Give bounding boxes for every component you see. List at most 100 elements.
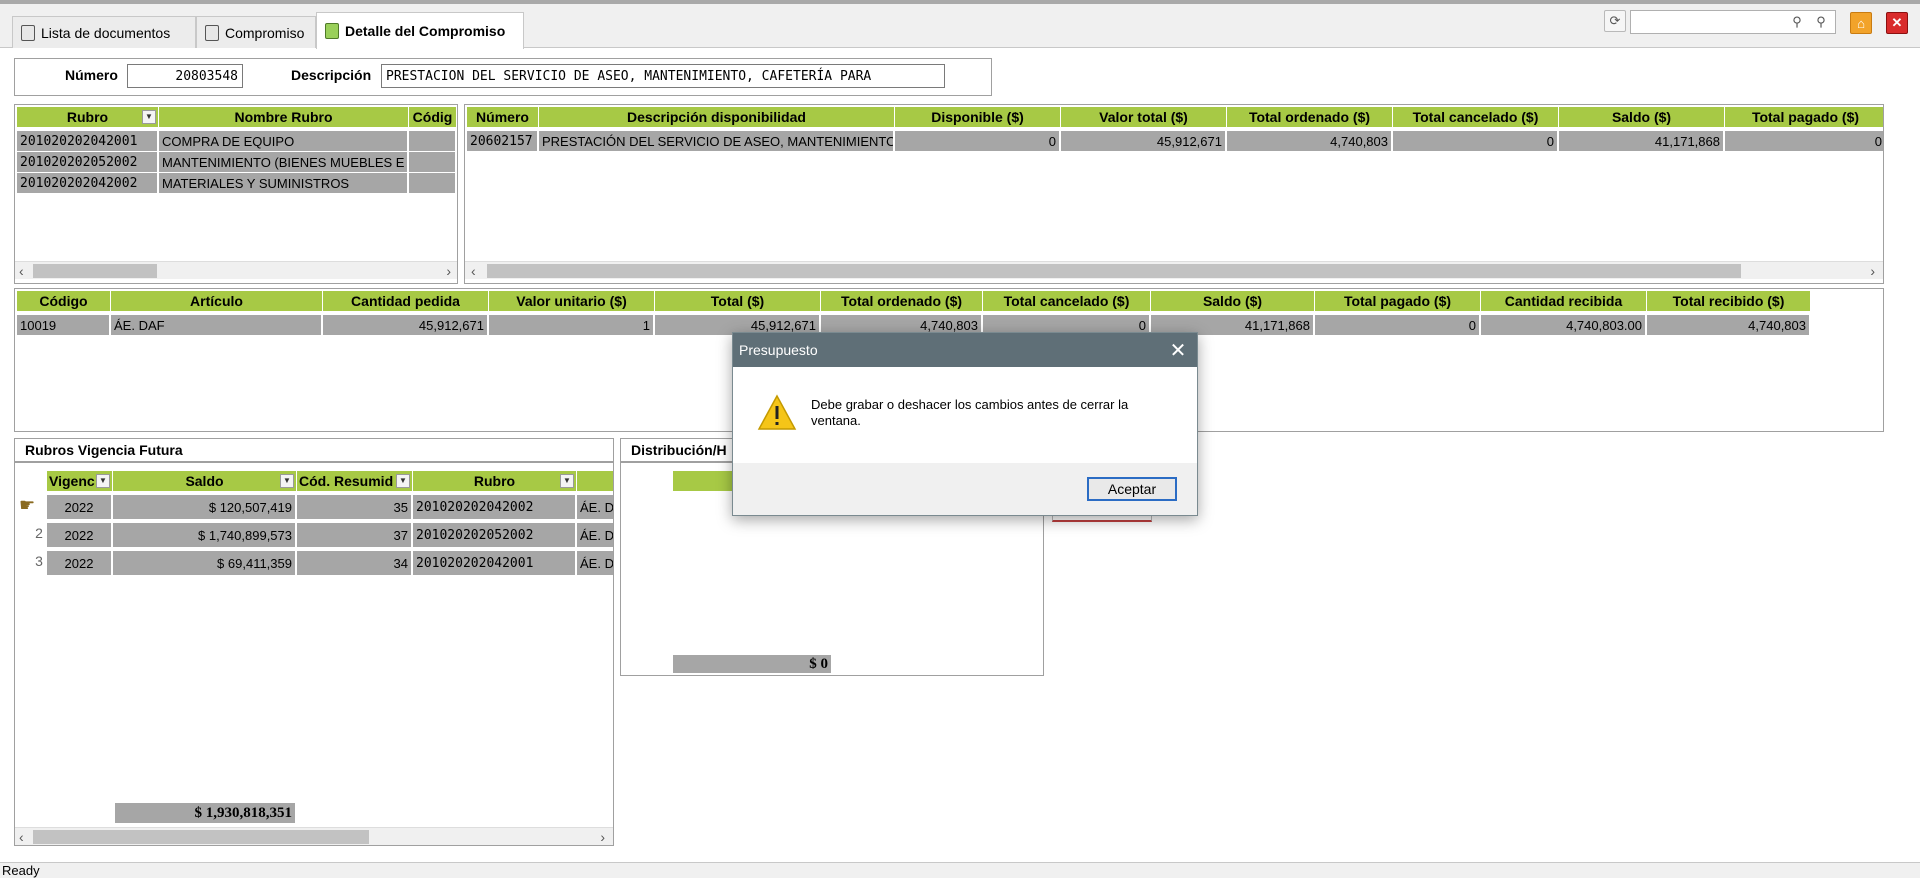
- table-cell: 201020202042002: [413, 495, 577, 519]
- scroll-right-icon[interactable]: ›: [1870, 262, 1875, 280]
- warning-icon: [757, 394, 797, 430]
- table-row[interactable]: 2022 $ 69,411,359 34 201020202042001 ÁE.…: [47, 551, 613, 575]
- col-total-ordenado[interactable]: Total ordenado ($): [1227, 107, 1393, 127]
- vigencia-panel: Vigenc ▼ Saldo ▼ Cód. Resumid ▼ Rubro ▼ ☛ 20…: [14, 462, 614, 846]
- table-row[interactable]: 2022 $ 120,507,419 35 201020202042002 ÁE…: [47, 495, 613, 519]
- table-cell: ÁE. D: [577, 551, 613, 575]
- table-cell: 45,912,671: [1061, 131, 1227, 151]
- search-icon[interactable]: ⚲: [1786, 11, 1808, 33]
- col-nombre-rubro[interactable]: Nombre Rubro: [159, 107, 409, 127]
- scroll-left-icon[interactable]: ‹: [19, 828, 24, 845]
- col-codigo[interactable]: Código: [17, 291, 111, 311]
- dialog-message: Debe grabar o deshacer los cambios antes…: [811, 397, 1129, 428]
- table-cell: 20602157: [467, 131, 539, 151]
- numero-label: Número: [65, 67, 118, 83]
- aceptar-button[interactable]: Aceptar: [1087, 477, 1177, 501]
- table-cell: 35: [297, 495, 413, 519]
- scroll-thumb[interactable]: [487, 264, 1741, 278]
- horizontal-scrollbar[interactable]: ‹ ›: [15, 827, 613, 845]
- table-row[interactable]: 201020202052002 MANTENIMIENTO (BIENES MU…: [17, 152, 457, 172]
- table-cell: PRESTACIÓN DEL SERVICIO DE ASEO, MANTENI…: [539, 131, 895, 151]
- col-total-recibido[interactable]: Total recibido ($): [1647, 291, 1811, 311]
- col-total-cancelado[interactable]: Total cancelado ($): [983, 291, 1151, 311]
- scroll-left-icon[interactable]: ‹: [471, 262, 476, 280]
- col-valor-total[interactable]: Valor total ($): [1061, 107, 1227, 127]
- table-cell: 4,740,803: [1647, 315, 1811, 335]
- status-bar: Ready: [0, 862, 1920, 878]
- col-rubro[interactable]: Rubro ▼: [413, 471, 577, 491]
- vigencia-title: Rubros Vigencia Futura: [14, 438, 614, 462]
- table-cell: 201020202042001: [413, 551, 577, 575]
- tab-strip: Lista de documentos Compromiso Detalle d…: [0, 4, 1920, 49]
- col-total-pagado[interactable]: Total pagado ($): [1315, 291, 1481, 311]
- table-row[interactable]: 201020202042002 MATERIALES Y SUMINISTROS: [17, 173, 457, 193]
- chevron-down-icon[interactable]: ▼: [142, 110, 156, 124]
- chevron-down-icon[interactable]: ▼: [280, 474, 294, 488]
- table-cell: 201020202042001: [17, 131, 159, 151]
- chevron-down-icon[interactable]: ▼: [96, 474, 110, 488]
- table-cell: $ 69,411,359: [113, 551, 297, 575]
- col-total-ordenado[interactable]: Total ordenado ($): [821, 291, 983, 311]
- col-codigo[interactable]: Códig: [409, 107, 457, 127]
- table-cell: ÁE. DAF: [111, 315, 323, 335]
- scroll-left-icon[interactable]: ‹: [19, 262, 24, 280]
- tab-lista-documentos[interactable]: Lista de documentos: [12, 16, 196, 48]
- tab-compromiso[interactable]: Compromiso: [196, 16, 316, 48]
- table-cell: 41,171,868: [1559, 131, 1725, 151]
- col-numero[interactable]: Número: [467, 107, 539, 127]
- col-saldo[interactable]: Saldo ▼: [113, 471, 297, 491]
- table-cell: 0: [895, 131, 1061, 151]
- table-row[interactable]: 2022 $ 1,740,899,573 37 201020202052002 …: [47, 523, 613, 547]
- table-cell: $ 120,507,419: [113, 495, 297, 519]
- col-valor-unitario[interactable]: Valor unitario ($): [489, 291, 655, 311]
- table-row[interactable]: 20602157 PRESTACIÓN DEL SERVICIO DE ASEO…: [467, 131, 1883, 151]
- col-total-cancelado[interactable]: Total cancelado ($): [1393, 107, 1559, 127]
- numero-field[interactable]: 20803548: [127, 64, 243, 88]
- document-icon: [205, 24, 219, 41]
- table-cell: 45,912,671: [323, 315, 489, 335]
- table-cell: 2022: [47, 495, 113, 519]
- descripcion-label: Descripción: [291, 67, 372, 83]
- col-articulo[interactable]: Artículo: [111, 291, 323, 311]
- scroll-right-icon[interactable]: ›: [600, 828, 605, 845]
- col-saldo[interactable]: Saldo ($): [1559, 107, 1725, 127]
- dialog-footer: Aceptar: [733, 463, 1197, 515]
- col-vigencia[interactable]: Vigenc ▼: [47, 471, 113, 491]
- chevron-down-icon[interactable]: ▼: [560, 474, 574, 488]
- tab-detalle-compromiso[interactable]: Detalle del Compromiso: [316, 12, 524, 49]
- col-rubro[interactable]: Rubro ▼: [17, 107, 159, 127]
- table-cell: 201020202042002: [17, 173, 159, 193]
- scroll-thumb[interactable]: [33, 830, 369, 844]
- col-descripcion-disponibilidad[interactable]: Descripción disponibilidad: [539, 107, 895, 127]
- table-cell: 34: [297, 551, 413, 575]
- header-panel: Número 20803548 Descripción PRESTACION D…: [14, 58, 992, 96]
- vigencia-total: $ 1,930,818,351: [115, 803, 297, 823]
- advanced-search-icon[interactable]: ⚲: [1810, 11, 1832, 33]
- refresh-icon[interactable]: ⟳: [1604, 10, 1626, 32]
- home-icon[interactable]: ⌂: [1850, 12, 1872, 34]
- col-cod-resumido[interactable]: Cód. Resumid ▼: [297, 471, 413, 491]
- row-number: 3: [35, 553, 43, 569]
- col-cantidad-recibida[interactable]: Cantidad recibida: [1481, 291, 1647, 311]
- table-cell: ÁE. D: [577, 523, 613, 547]
- col-extra[interactable]: [577, 471, 613, 491]
- col-total-pagado[interactable]: Total pagado ($): [1725, 107, 1883, 127]
- col-disponible[interactable]: Disponible ($): [895, 107, 1061, 127]
- table-cell: MATERIALES Y SUMINISTROS: [159, 173, 409, 193]
- table-cell: 37: [297, 523, 413, 547]
- close-icon[interactable]: ✕: [1165, 338, 1191, 363]
- col-saldo[interactable]: Saldo ($): [1151, 291, 1315, 311]
- row-number: 2: [35, 525, 43, 541]
- table-cell: 201020202052002: [413, 523, 577, 547]
- close-window-icon[interactable]: ✕: [1886, 12, 1908, 34]
- distribucion-total: $ 0: [673, 655, 833, 673]
- col-cantidad-pedida[interactable]: Cantidad pedida: [323, 291, 489, 311]
- horizontal-scrollbar[interactable]: ‹ ›: [15, 261, 457, 279]
- scroll-right-icon[interactable]: ›: [446, 262, 451, 280]
- table-row[interactable]: 201020202042001 COMPRA DE EQUIPO: [17, 131, 457, 151]
- chevron-down-icon[interactable]: ▼: [396, 474, 410, 488]
- descripcion-field[interactable]: PRESTACION DEL SERVICIO DE ASEO, MANTENI…: [381, 64, 945, 88]
- scroll-thumb[interactable]: [33, 264, 157, 278]
- horizontal-scrollbar[interactable]: ‹ ›: [465, 261, 1883, 279]
- col-total[interactable]: Total ($): [655, 291, 821, 311]
